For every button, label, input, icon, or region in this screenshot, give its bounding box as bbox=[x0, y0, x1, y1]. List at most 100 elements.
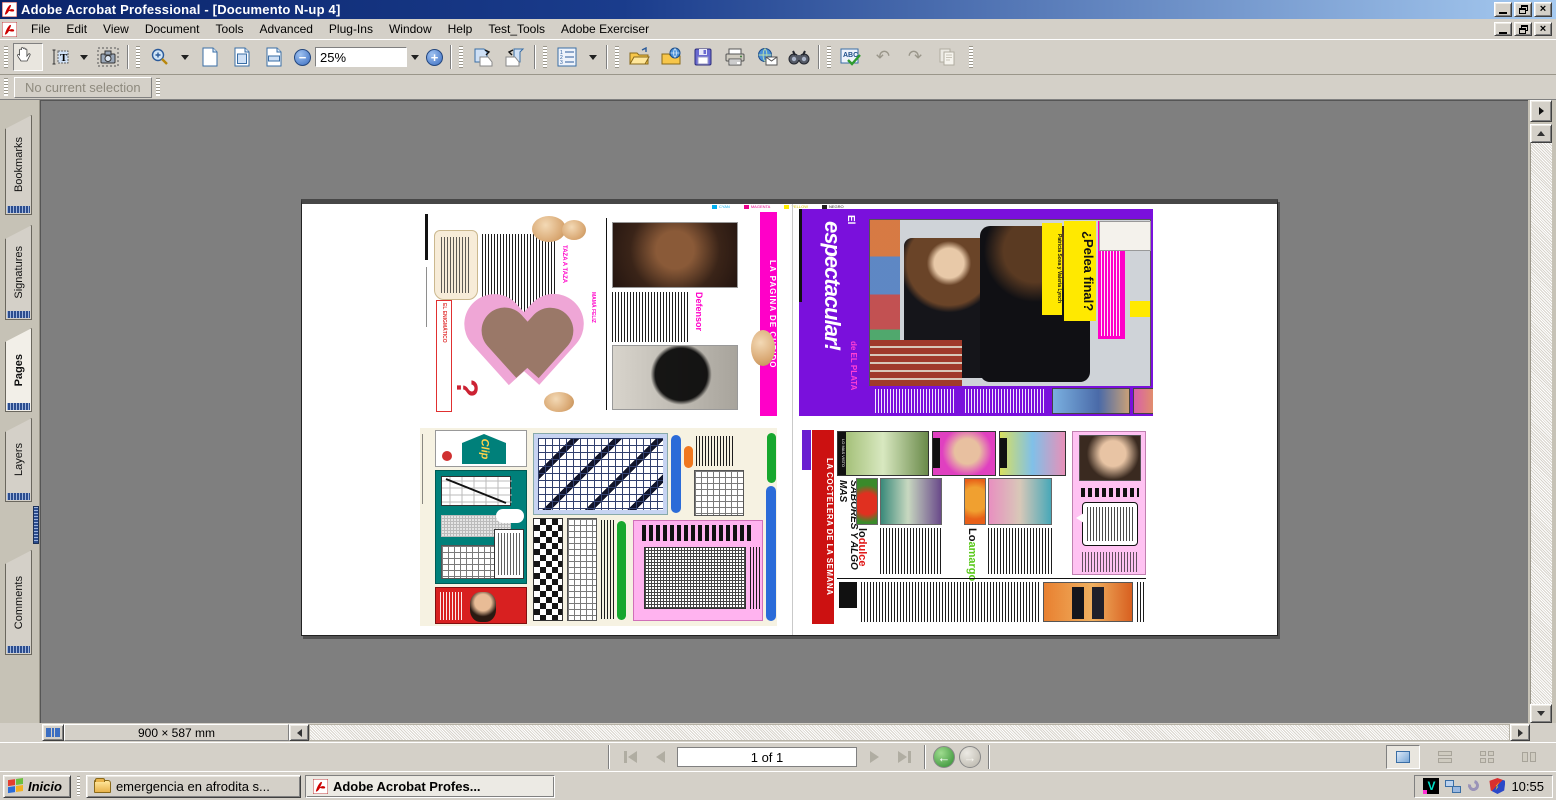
menu-test-tools[interactable]: Test_Tools bbox=[480, 20, 553, 38]
tab-pages[interactable]: Pages bbox=[5, 328, 32, 412]
toolbar-grip[interactable] bbox=[827, 46, 831, 68]
menu-file[interactable]: File bbox=[23, 20, 58, 38]
antivirus-v-icon[interactable]: V bbox=[1423, 778, 1439, 794]
page-cupido[interactable]: LA PAGINA DE CUPIDO Defensor MAMÁ FELIZ … bbox=[424, 212, 777, 416]
actual-size-button[interactable] bbox=[195, 43, 225, 71]
menu-tools[interactable]: Tools bbox=[208, 20, 252, 38]
undo-button[interactable]: ↶ bbox=[868, 43, 898, 71]
fit-width-button[interactable] bbox=[259, 43, 289, 71]
toolbar-grip[interactable] bbox=[136, 46, 140, 68]
task-acrobat-window[interactable]: Adobe Acrobat Profes... bbox=[305, 775, 555, 798]
open-web-page-button[interactable] bbox=[656, 43, 686, 71]
text-select-tool-button[interactable]: T bbox=[45, 43, 75, 71]
scroll-right-button[interactable] bbox=[1510, 724, 1530, 741]
search-button[interactable] bbox=[784, 43, 814, 71]
page-coctelera[interactable]: LA COCTELERA DE LA SEMANA LO MAS VISTO S… bbox=[799, 428, 1153, 626]
toolbar-separator bbox=[606, 45, 608, 69]
minimize-button[interactable] bbox=[1494, 2, 1512, 17]
zoom-level-dropdown[interactable] bbox=[407, 47, 422, 67]
document-viewport[interactable]: CYAN MAGENTA YELLOW NEGRO LA PAGINA DE C… bbox=[40, 100, 1528, 723]
scroll-up-button[interactable] bbox=[1530, 124, 1552, 143]
page-number-field[interactable] bbox=[677, 747, 857, 767]
menu-plugins[interactable]: Plug-Ins bbox=[321, 20, 381, 38]
network-icon[interactable] bbox=[1445, 778, 1461, 794]
toolbar-grip[interactable] bbox=[543, 46, 547, 68]
continuous-icon bbox=[1437, 751, 1453, 763]
menu-advanced[interactable]: Advanced bbox=[252, 20, 321, 38]
selection-bar-grip[interactable] bbox=[4, 78, 8, 96]
toolbar-grip[interactable] bbox=[459, 46, 463, 68]
pane-splitter-button[interactable] bbox=[42, 724, 64, 741]
fit-page-button[interactable] bbox=[227, 43, 257, 71]
toolbar-grip[interactable] bbox=[4, 46, 8, 68]
scroll-down-button[interactable] bbox=[1530, 704, 1552, 723]
previous-page-button[interactable] bbox=[647, 746, 673, 768]
security-shield-icon[interactable] bbox=[1489, 778, 1505, 794]
show-pane-button[interactable] bbox=[1530, 100, 1552, 122]
document-sheet[interactable]: CYAN MAGENTA YELLOW NEGRO LA PAGINA DE C… bbox=[301, 199, 1278, 636]
doc-restore-button[interactable] bbox=[1514, 22, 1532, 36]
panel-heading bbox=[1081, 488, 1139, 497]
zoom-tool-dropdown[interactable] bbox=[181, 55, 189, 60]
redo-button[interactable]: ↷ bbox=[900, 43, 930, 71]
strip-photo bbox=[1043, 582, 1133, 622]
page-puzzles[interactable]: Clip bbox=[420, 428, 777, 626]
tab-comments[interactable]: Comments bbox=[5, 550, 32, 655]
task-folder-window[interactable]: emergencia en afrodita s... bbox=[86, 775, 301, 798]
zoom-out-button[interactable]: − bbox=[294, 49, 311, 66]
spellcheck-icon: ABC bbox=[840, 47, 862, 67]
restore-button[interactable] bbox=[1514, 2, 1532, 17]
hand-tool-button[interactable] bbox=[13, 43, 43, 71]
zoom-tool-button[interactable] bbox=[145, 43, 175, 71]
previous-view-button[interactable]: ← bbox=[933, 746, 955, 768]
start-button[interactable]: Inicio bbox=[3, 775, 71, 798]
menu-edit[interactable]: Edit bbox=[58, 20, 95, 38]
spellcheck-button[interactable]: ABC bbox=[836, 43, 866, 71]
text-select-dropdown[interactable] bbox=[80, 55, 88, 60]
volume-swirl-icon[interactable] bbox=[1467, 778, 1483, 794]
toolbar-grip[interactable] bbox=[969, 46, 973, 68]
toolbar-grip[interactable] bbox=[615, 46, 619, 68]
print-button[interactable] bbox=[720, 43, 750, 71]
menu-help[interactable]: Help bbox=[440, 20, 481, 38]
scroll-left-button[interactable] bbox=[289, 724, 309, 741]
next-view-button[interactable]: → bbox=[959, 746, 981, 768]
tab-bookmarks[interactable]: Bookmarks bbox=[5, 115, 32, 215]
acrobat-document-icon[interactable] bbox=[2, 22, 17, 37]
menu-view[interactable]: View bbox=[95, 20, 137, 38]
next-page-layout-button[interactable] bbox=[468, 43, 498, 71]
last-page-button[interactable] bbox=[891, 746, 917, 768]
snapshot-tool-button[interactable] bbox=[93, 43, 123, 71]
email-button[interactable] bbox=[752, 43, 782, 71]
menu-window[interactable]: Window bbox=[381, 20, 440, 38]
acrobat-app-icon bbox=[2, 2, 17, 17]
first-page-button[interactable] bbox=[617, 746, 643, 768]
doc-minimize-button[interactable] bbox=[1494, 22, 1512, 36]
copy-button[interactable] bbox=[932, 43, 962, 71]
zoom-in-button[interactable]: + bbox=[426, 49, 443, 66]
prev-page-layout-button[interactable] bbox=[500, 43, 530, 71]
facing-view-button[interactable] bbox=[1512, 745, 1546, 769]
continuous-facing-view-button[interactable] bbox=[1470, 745, 1504, 769]
doc-close-button[interactable]: × bbox=[1534, 22, 1552, 36]
horizontal-scroll-track[interactable] bbox=[309, 724, 1510, 741]
panel-splitter-handle[interactable] bbox=[33, 506, 39, 544]
numbered-list-button[interactable]: 123 bbox=[552, 43, 582, 71]
single-page-view-button[interactable] bbox=[1386, 745, 1420, 769]
open-button[interactable] bbox=[624, 43, 654, 71]
list-dropdown[interactable] bbox=[589, 55, 597, 60]
menu-document[interactable]: Document bbox=[137, 20, 208, 38]
vertical-scroll-track[interactable] bbox=[1530, 143, 1552, 704]
page-espectacular[interactable]: El espectacular! de EL PLATA Patricia So… bbox=[799, 209, 1153, 416]
zoom-level-input[interactable] bbox=[315, 47, 407, 67]
tab-signatures[interactable]: Signatures bbox=[5, 225, 32, 320]
continuous-view-button[interactable] bbox=[1428, 745, 1462, 769]
selection-bar-grip[interactable] bbox=[156, 78, 160, 96]
instructions-text bbox=[696, 436, 734, 466]
menu-adobe-exerciser[interactable]: Adobe Exerciser bbox=[553, 20, 657, 38]
next-page-button[interactable] bbox=[861, 746, 887, 768]
clock[interactable]: 10:55 bbox=[1511, 779, 1544, 794]
tab-layers[interactable]: Layers bbox=[5, 418, 32, 502]
save-button[interactable] bbox=[688, 43, 718, 71]
close-button[interactable]: × bbox=[1534, 2, 1552, 17]
